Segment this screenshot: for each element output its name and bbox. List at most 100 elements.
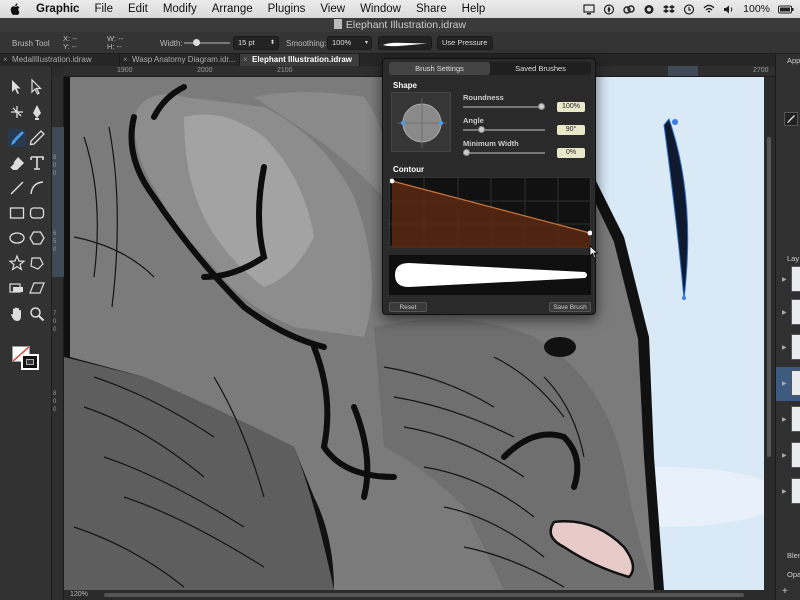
fill-stroke-swatches[interactable] (12, 346, 42, 370)
close-icon[interactable]: × (3, 54, 8, 66)
roundness-slider[interactable] (463, 103, 545, 110)
disclosure-icon[interactable]: ▶ (782, 380, 787, 387)
layers-header[interactable]: Lay (787, 254, 799, 263)
status-area: 100% (583, 0, 794, 18)
width-slider-knob[interactable] (193, 39, 200, 46)
disclosure-icon[interactable]: ▶ (782, 452, 787, 459)
direct-selection-tool[interactable] (28, 78, 46, 96)
eraser-tool[interactable] (8, 154, 26, 172)
rounded-rectangle-tool[interactable] (28, 204, 46, 222)
horizontal-scroll-thumb[interactable] (104, 593, 744, 597)
angle-slider-knob[interactable] (478, 126, 485, 133)
menu-view[interactable]: View (320, 3, 345, 15)
menu-edit[interactable]: Edit (128, 3, 148, 15)
line-tool[interactable] (8, 179, 26, 197)
record-icon[interactable] (643, 4, 655, 15)
stroke-preview-icon (383, 42, 427, 47)
disclosure-icon[interactable]: ▶ (782, 276, 787, 283)
time-machine-icon[interactable] (683, 3, 695, 15)
menu-arrange[interactable]: Arrange (212, 3, 253, 15)
menu-share[interactable]: Share (416, 3, 447, 15)
rectangle-tool[interactable] (8, 204, 26, 222)
layer-thumbnail[interactable] (791, 406, 800, 432)
zoom-level[interactable]: 120% (70, 591, 88, 598)
roundness-field[interactable]: 100% (557, 102, 585, 112)
creative-cloud-icon[interactable] (623, 4, 635, 15)
compass-icon[interactable] (603, 3, 615, 15)
disclosure-icon[interactable]: ▶ (782, 309, 787, 316)
brush-tool[interactable] (8, 129, 26, 147)
slice-tool[interactable] (8, 279, 26, 297)
text-tool[interactable] (28, 154, 46, 172)
menu-plugins[interactable]: Plugins (268, 3, 306, 15)
pen-tool[interactable] (28, 103, 46, 121)
selection-tool[interactable] (8, 78, 26, 96)
pressure-value: Use Pressure (442, 38, 488, 47)
minimum-width-slider[interactable] (463, 149, 545, 156)
add-layer-icon[interactable]: + (782, 586, 788, 597)
disclosure-icon[interactable]: ▶ (782, 344, 787, 351)
minimum-width-field[interactable]: 0% (557, 148, 585, 158)
stroke-preview-dropdown[interactable] (378, 36, 432, 50)
wifi-icon[interactable] (703, 4, 715, 15)
eraser-icon (9, 157, 24, 170)
smoothing-field[interactable]: 100% ▾ (327, 36, 372, 50)
brush-shape-preview[interactable] (391, 92, 451, 152)
save-brush-button[interactable]: Save Brush (549, 302, 591, 312)
pencil-tool[interactable] (28, 129, 46, 147)
pressure-dropdown[interactable]: Use Pressure (437, 36, 493, 50)
ellipse-tool[interactable] (8, 229, 26, 247)
transform-tool[interactable] (28, 254, 46, 272)
menu-help[interactable]: Help (462, 3, 486, 15)
tab-brush-settings[interactable]: Brush Settings (389, 62, 490, 75)
chevron-down-icon[interactable]: ▾ (365, 37, 368, 49)
zoom-tool[interactable] (28, 305, 46, 323)
volume-icon[interactable] (723, 4, 735, 15)
stroke-swatch[interactable] (21, 354, 39, 370)
layer-thumbnail[interactable] (791, 299, 800, 325)
curve-tool[interactable] (28, 179, 46, 197)
tab-medal[interactable]: × MedalIllustration.idraw (0, 54, 120, 66)
apple-icon[interactable] (10, 3, 22, 15)
contour-graph[interactable] (389, 177, 593, 248)
layer-thumbnail[interactable] (791, 370, 800, 396)
roundness-slider-knob[interactable] (538, 103, 545, 110)
layer-thumbnail[interactable] (791, 334, 800, 360)
screen-icon[interactable] (583, 3, 595, 15)
node-tool[interactable] (8, 103, 26, 121)
layer-thumbnail[interactable] (791, 266, 800, 292)
menu-modify[interactable]: Modify (163, 3, 197, 15)
ruler-label: 0 (53, 327, 57, 333)
battery-icon[interactable] (778, 4, 794, 15)
close-icon[interactable]: × (243, 54, 248, 66)
panel-header[interactable]: App (787, 56, 800, 65)
angle-field[interactable]: 90° (557, 125, 585, 135)
vertical-scroll-thumb[interactable] (767, 137, 771, 457)
close-icon[interactable]: × (123, 54, 128, 66)
brush-swatch[interactable] (784, 112, 798, 126)
tab-elephant[interactable]: × Elephant Illustration.idraw (240, 54, 360, 66)
skew-tool[interactable] (28, 279, 46, 297)
minimum-width-slider-knob[interactable] (463, 149, 470, 156)
polygon-tool[interactable] (28, 229, 46, 247)
horizontal-scrollbar[interactable]: 120% (64, 590, 764, 600)
dropbox-icon[interactable] (663, 4, 676, 15)
width-field[interactable]: 15 pt ⬍ (233, 36, 279, 50)
disclosure-icon[interactable]: ▶ (782, 416, 787, 423)
width-slider[interactable] (184, 39, 230, 46)
tab-saved-brushes[interactable]: Saved Brushes (490, 62, 591, 75)
layer-thumbnail[interactable] (791, 442, 800, 468)
layer-thumbnail[interactable] (791, 478, 800, 504)
menu-app-name[interactable]: Graphic (36, 3, 79, 15)
contour-header: Contour (393, 165, 425, 174)
menu-file[interactable]: File (94, 3, 113, 15)
menu-window[interactable]: Window (360, 3, 401, 15)
stepper-icon[interactable]: ⬍ (270, 37, 275, 49)
vertical-scrollbar[interactable] (764, 77, 775, 590)
star-tool[interactable] (8, 254, 26, 272)
tab-wasp[interactable]: × Wasp Anatomy Diagram.idr... (120, 54, 240, 66)
reset-button[interactable]: Reset (389, 302, 427, 312)
angle-slider[interactable] (463, 126, 545, 133)
disclosure-icon[interactable]: ▶ (782, 488, 787, 495)
hand-tool[interactable] (8, 305, 26, 323)
